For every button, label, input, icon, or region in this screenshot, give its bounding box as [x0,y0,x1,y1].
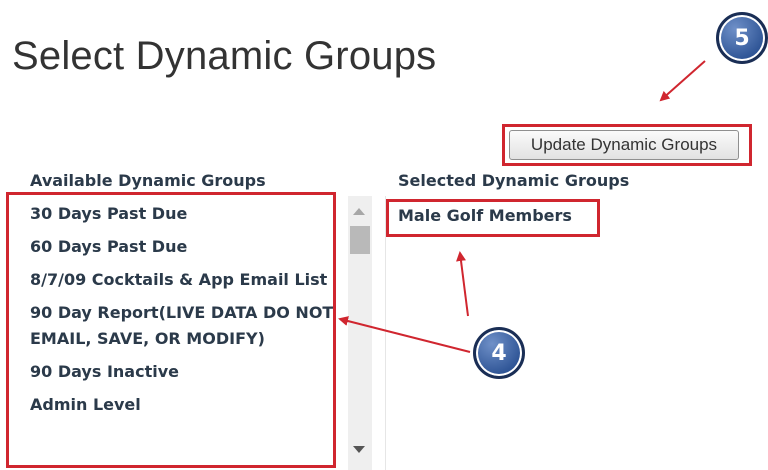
callout-badge-4: 4 [473,327,525,379]
callout-badge-5: 5 [716,12,768,64]
arrow-to-selected-item [456,251,469,317]
arrow-to-update-button [659,60,706,102]
annotation-arrows [338,60,706,353]
arrow-to-available-list [338,316,471,353]
